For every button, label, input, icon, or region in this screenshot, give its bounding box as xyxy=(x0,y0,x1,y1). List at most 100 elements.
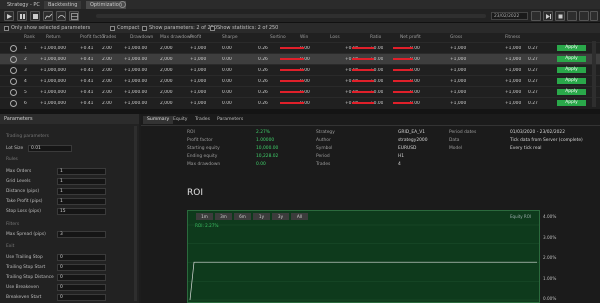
table-cell: +1,000.00 xyxy=(124,79,148,84)
table-icon[interactable] xyxy=(69,11,79,21)
row-status-icon[interactable] xyxy=(10,67,17,74)
close-tab-icon[interactable] xyxy=(119,1,126,8)
stat-value: Every tick real xyxy=(510,146,542,151)
curve-icon[interactable] xyxy=(56,11,66,21)
table-cell: 0.27 xyxy=(528,68,538,73)
results-tab[interactable]: Trades xyxy=(191,116,214,124)
table-cell: 2.00 xyxy=(102,90,112,95)
table-row[interactable]: 5 +1,000,000 +0.41 2.00 +1,000.00 2,000 +1,000… xyxy=(0,86,600,97)
column-header[interactable]: Trades xyxy=(102,33,116,41)
column-header[interactable]: Drawdown xyxy=(130,33,153,41)
column-header[interactable]: Net profit xyxy=(400,33,421,41)
table-row[interactable]: 3 +1,000,000 +0.41 2.00 +1,000.00 2,000 +1,000… xyxy=(0,64,600,75)
panel-scrollbar[interactable] xyxy=(134,126,137,301)
stop-small-icon[interactable] xyxy=(555,11,565,21)
param-input[interactable]: 0 xyxy=(57,294,106,301)
only-selected-option[interactable]: Only show selected parameters xyxy=(4,25,90,31)
option-label: Compact xyxy=(117,25,140,31)
column-header[interactable]: Return xyxy=(46,33,61,41)
param-input[interactable]: 1 xyxy=(57,198,106,205)
date-field[interactable]: 23/02/2022 xyxy=(491,12,528,20)
checkbox[interactable] xyxy=(210,25,215,31)
row-status-icon[interactable] xyxy=(10,89,17,96)
table-row[interactable]: 4 +1,000,000 +0.41 2.00 +1,000.00 2,000 +1,000… xyxy=(0,75,600,86)
param-input[interactable]: 1 xyxy=(57,168,106,175)
tab-strategy[interactable]: Strategy - PC xyxy=(3,1,44,9)
window-tab-bar: Strategy - PC Backtesting Optimization xyxy=(0,0,600,9)
table-cell: 6 xyxy=(24,101,27,106)
column-header[interactable]: Ratio xyxy=(370,33,381,41)
row-status-icon[interactable] xyxy=(10,78,17,85)
checkbox[interactable] xyxy=(4,25,9,31)
stat-label: Trades xyxy=(316,162,331,167)
apply-button[interactable]: Apply xyxy=(557,56,586,62)
column-header[interactable]: Win xyxy=(300,33,308,41)
param-input[interactable]: 15 xyxy=(57,208,106,215)
stat-label: Author xyxy=(316,138,331,143)
settings-icon[interactable] xyxy=(579,11,589,21)
apply-button[interactable]: Apply xyxy=(557,45,586,51)
checkbox[interactable] xyxy=(142,25,147,31)
apply-button[interactable]: Apply xyxy=(557,78,586,84)
table-cell: 2 xyxy=(24,57,27,62)
column-header[interactable]: Loss xyxy=(330,33,340,41)
lot-size-input[interactable]: 0.01 xyxy=(28,145,72,152)
tab-backtesting[interactable]: Backtesting xyxy=(44,1,82,9)
results-tab[interactable]: Parameters xyxy=(213,116,247,124)
param-input[interactable]: 0 xyxy=(57,274,106,281)
section-heading: Filters xyxy=(6,222,20,227)
table-row[interactable]: 1 +1,000,000 +0.41 2.00 +1,000.00 2,000 +1,000… xyxy=(0,42,600,53)
results-tab[interactable]: Equity xyxy=(169,116,192,124)
compact-option[interactable]: Compact xyxy=(110,25,139,31)
grid-scrollbar[interactable] xyxy=(592,41,596,107)
apply-button[interactable]: Apply xyxy=(557,100,586,106)
row-status-icon[interactable] xyxy=(10,56,17,63)
param-input[interactable]: 0 xyxy=(57,254,106,261)
export-icon[interactable] xyxy=(567,11,577,21)
chart-icon[interactable] xyxy=(43,11,53,21)
parameters-option[interactable]: Show parameters: 2 of 250 xyxy=(142,25,217,31)
row-status-icon[interactable] xyxy=(10,45,17,52)
stat-value: 2.27% xyxy=(256,130,270,135)
loss-bar xyxy=(393,58,413,60)
stat-value: 10,000.00 xyxy=(256,146,279,151)
filter-input[interactable]: 3 xyxy=(57,231,106,238)
checkbox[interactable] xyxy=(110,25,115,31)
column-header[interactable]: Rank xyxy=(24,33,35,41)
column-header[interactable]: Gross xyxy=(450,33,462,41)
param-input[interactable]: 1 xyxy=(57,178,106,185)
calendar-icon[interactable] xyxy=(531,11,541,21)
apply-button[interactable]: Apply xyxy=(557,67,586,73)
param-label: Trailing Stop Start xyxy=(6,265,46,270)
param-label: Trailing Stop Distance xyxy=(6,275,54,280)
step-icon[interactable] xyxy=(543,11,553,21)
table-cell: 2,000 xyxy=(160,101,173,106)
menu-icon[interactable] xyxy=(590,11,598,21)
param-label: Take Profit (pips) xyxy=(6,199,43,204)
table-row[interactable]: 2 +1,000,000 +0.41 2.00 +1,000.00 2,000 +1,000… xyxy=(0,53,600,64)
chart-canvas xyxy=(188,224,539,301)
param-input[interactable]: 1 xyxy=(57,188,106,195)
apply-button[interactable]: Apply xyxy=(557,89,586,95)
param-label: Distance (pips) xyxy=(6,189,40,194)
table-cell: +0.41 xyxy=(80,79,94,84)
column-header[interactable]: Sortino xyxy=(270,33,286,41)
param-input[interactable]: 0 xyxy=(57,264,106,271)
table-cell: +1,000 xyxy=(505,101,522,106)
play-icon[interactable] xyxy=(4,11,14,21)
column-header[interactable]: Max drawdown xyxy=(160,33,193,41)
stat-label: Profit factor xyxy=(187,138,213,143)
pause-icon[interactable] xyxy=(17,11,27,21)
column-header[interactable]: Sharpe xyxy=(222,33,238,41)
stop-icon[interactable] xyxy=(30,11,40,21)
param-input[interactable]: 0 xyxy=(57,284,106,291)
table-cell: 0.26 xyxy=(258,90,268,95)
column-header[interactable]: Profit xyxy=(190,33,201,41)
stat-value: 10,228.02 xyxy=(256,154,279,159)
param-label: Stop Loss (pips) xyxy=(6,209,41,214)
table-row[interactable]: 6 +1,000,000 +0.41 2.00 +1,000.00 2,000 +1,000… xyxy=(0,97,600,108)
row-status-icon[interactable] xyxy=(10,100,17,107)
statistics-option[interactable]: Show statistics: 2 of 250 xyxy=(210,25,278,31)
column-header[interactable]: Fitness xyxy=(505,33,520,41)
table-cell: +1,000 xyxy=(505,79,522,84)
